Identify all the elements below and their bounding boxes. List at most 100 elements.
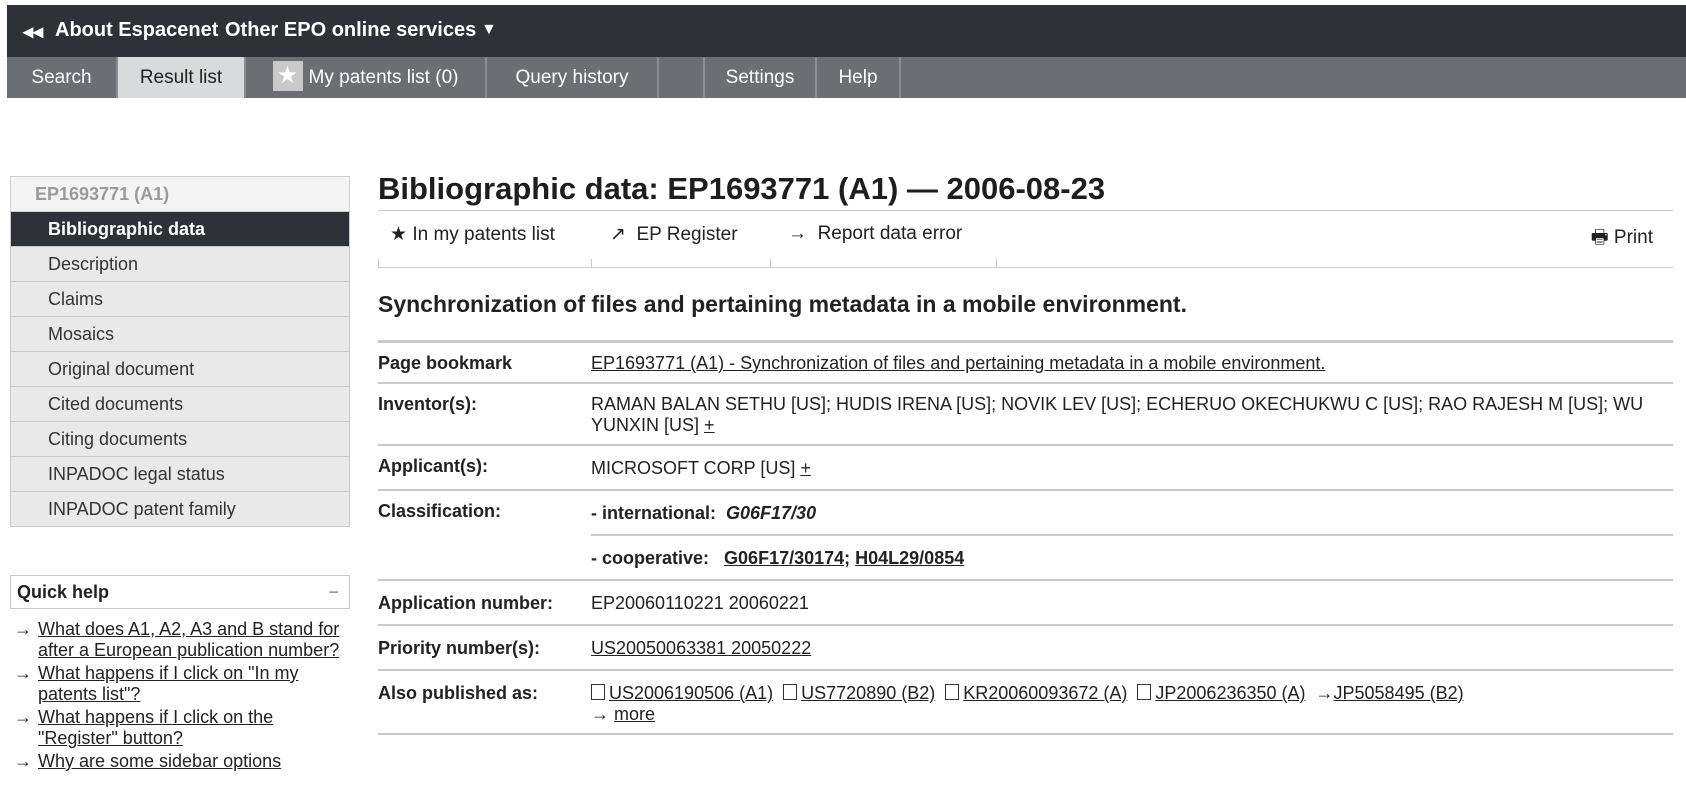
intl-classification: - international: G06F17/30 xyxy=(591,491,1673,536)
tab-help[interactable]: Help xyxy=(817,57,901,98)
tab-my-patents-label: My patents list (0) xyxy=(308,67,459,88)
tab-my-patents-list[interactable]: ★ My patents list (0) xyxy=(246,57,487,98)
classification-row: Classification: - international: G06F17/… xyxy=(378,491,1673,581)
tab-empty[interactable] xyxy=(659,57,705,98)
arrow-right-icon: → xyxy=(1315,683,1334,703)
expand-inventors-link[interactable]: + xyxy=(704,415,715,435)
report-data-error-button[interactable]: → Report data error xyxy=(788,223,962,245)
quick-help-panel: Quick help − → What does A1, A2, A3 and B… xyxy=(10,575,350,774)
list-item: → What happens if I click on "In my paten… xyxy=(10,663,350,705)
quick-help-list: → What does A1, A2, A3 and B stand for af… xyxy=(10,619,350,772)
main-content: Bibliographic data: EP1693771 (A1) — 200… xyxy=(378,168,1673,735)
application-number-row: Application number: EP20060110221 200602… xyxy=(378,581,1673,626)
about-espacenet-link[interactable]: About Espacenet xyxy=(55,19,218,42)
sidebar-item-inpadoc-patent-family[interactable]: INPADOC patent family xyxy=(10,492,350,527)
publication-link[interactable]: JP5058495 (B2) xyxy=(1334,683,1464,703)
coop-link[interactable]: H04L29/0854 xyxy=(855,548,964,568)
other-services-menu[interactable]: Other EPO online services xyxy=(225,19,476,42)
help-link[interactable]: Why are some sidebar options xyxy=(38,751,281,771)
coop-label: - cooperative: xyxy=(591,548,710,568)
in-my-patents-button[interactable]: ★ In my patents list xyxy=(390,223,555,246)
sidebar-item-description[interactable]: Description xyxy=(10,247,350,282)
main-nav: Search Result list ★ My patents list (0) … xyxy=(7,57,1686,98)
sidebar-item-claims[interactable]: Claims xyxy=(10,282,350,317)
quick-help-title: Quick help − xyxy=(10,575,350,609)
arrow-right-icon: → xyxy=(591,704,609,724)
applicants-label: Applicant(s): xyxy=(378,456,488,476)
inventors-label: Inventor(s): xyxy=(378,394,477,414)
ep-register-button[interactable]: ↗ EP Register xyxy=(610,223,738,246)
sidebar-item-inpadoc-legal-status[interactable]: INPADOC legal status xyxy=(10,457,350,492)
sidebar: EP1693771 (A1) Bibliographic data Descri… xyxy=(10,176,350,527)
intl-label: - international: xyxy=(591,503,716,523)
report-data-error-label: Report data error xyxy=(817,223,963,244)
arrow-right-icon: → xyxy=(14,663,32,683)
divider xyxy=(591,259,592,267)
double-left-arrow-icon[interactable]: ◂◂ xyxy=(23,19,43,44)
bookmark-label: Page bookmark xyxy=(378,353,513,373)
star-icon: ★ xyxy=(390,224,408,245)
help-link[interactable]: What happens if I click on the "Register… xyxy=(38,707,273,748)
sidebar-item-cited-documents[interactable]: Cited documents xyxy=(10,387,350,422)
publication-link[interactable]: JP2006236350 (A) xyxy=(1155,683,1305,703)
collapse-icon[interactable]: − xyxy=(328,576,339,608)
tab-query-history[interactable]: Query history xyxy=(487,57,659,98)
tab-search[interactable]: Search xyxy=(7,57,118,98)
arrow-right-icon: → xyxy=(788,223,807,244)
document-icon xyxy=(591,684,605,701)
printer-icon: 🖶 xyxy=(1590,227,1609,248)
applicants-value: MICROSOFT CORP [US] xyxy=(591,458,796,478)
application-number-value: EP20060110221 20060221 xyxy=(591,593,809,613)
document-icon xyxy=(945,684,960,701)
also-published-label: Also published as: xyxy=(378,683,539,703)
priority-number-label: Priority number(s): xyxy=(378,638,541,658)
ep-register-label: EP Register xyxy=(636,224,738,245)
arrow-right-icon: → xyxy=(14,707,32,727)
arrow-right-icon: → xyxy=(14,751,32,771)
divider xyxy=(378,259,379,267)
in-my-patents-label: In my patents list xyxy=(412,224,555,245)
document-icon xyxy=(1137,684,1152,701)
sidebar-item-original-document[interactable]: Original document xyxy=(10,352,350,387)
page-title: Bibliographic data: EP1693771 (A1) — 200… xyxy=(378,168,1673,211)
classification-label: Classification: xyxy=(378,501,502,521)
publication-link[interactable]: KR20060093672 (A) xyxy=(963,683,1127,703)
document-icon xyxy=(783,684,798,701)
publication-link[interactable]: US7720890 (B2) xyxy=(801,683,935,703)
sidebar-item-citing-documents[interactable]: Citing documents xyxy=(10,422,350,457)
priority-number-row: Priority number(s): US20050063381 200502… xyxy=(378,626,1673,671)
application-number-label: Application number: xyxy=(378,593,553,613)
divider xyxy=(996,259,997,267)
divider xyxy=(770,259,771,267)
star-icon: ★ xyxy=(272,60,303,91)
publication-link[interactable]: US2006190506 (A1) xyxy=(609,683,773,703)
arrow-right-icon: → xyxy=(14,619,32,639)
intl-value: G06F17/30 xyxy=(726,503,817,523)
arrow-up-right-icon: ↗ xyxy=(610,224,626,245)
help-link[interactable]: What does A1, A2, A3 and B stand for aft… xyxy=(38,619,339,660)
also-published-row: Also published as: US2006190506 (A1) US7… xyxy=(378,671,1673,735)
coop-link[interactable]: G06F17/30174 xyxy=(724,548,844,568)
expand-applicants-link[interactable]: + xyxy=(800,458,811,478)
priority-number-link[interactable]: US20050063381 20050222 xyxy=(591,638,811,658)
sidebar-item-bibliographic-data[interactable]: Bibliographic data xyxy=(10,212,350,247)
list-item: → What happens if I click on the "Registe… xyxy=(10,707,350,749)
inventors-value: RAMAN BALAN SETHU [US]; HUDIS IRENA [US]… xyxy=(591,394,1644,435)
print-label: Print xyxy=(1613,227,1653,248)
action-bar: ★ In my patents list ↗ EP Register → Rep… xyxy=(378,211,1673,268)
list-item: → What does A1, A2, A3 and B stand for af… xyxy=(10,619,350,661)
bookmark-link[interactable]: EP1693771 (A1) - Synchronization of file… xyxy=(591,353,1325,373)
help-link[interactable]: What happens if I click on "In my patent… xyxy=(38,663,299,704)
top-bar: ◂◂ About Espacenet Other EPO online serv… xyxy=(7,5,1686,57)
sidebar-item-mosaics[interactable]: Mosaics xyxy=(10,317,350,352)
quick-help-title-text: Quick help xyxy=(17,582,110,602)
inventors-row: Inventor(s): RAMAN BALAN SETHU [US]; HUD… xyxy=(378,384,1673,446)
list-item: → Why are some sidebar options xyxy=(10,751,350,772)
print-button[interactable]: 🖶 Print xyxy=(1591,223,1653,255)
tab-settings[interactable]: Settings xyxy=(705,57,817,98)
chevron-down-icon[interactable]: ▼ xyxy=(481,21,497,39)
document-title: Synchronization of files and pertaining … xyxy=(378,268,1673,343)
sidebar-header: EP1693771 (A1) xyxy=(10,176,350,212)
tab-result-list[interactable]: Result list xyxy=(118,57,246,98)
more-link[interactable]: more xyxy=(614,704,655,724)
